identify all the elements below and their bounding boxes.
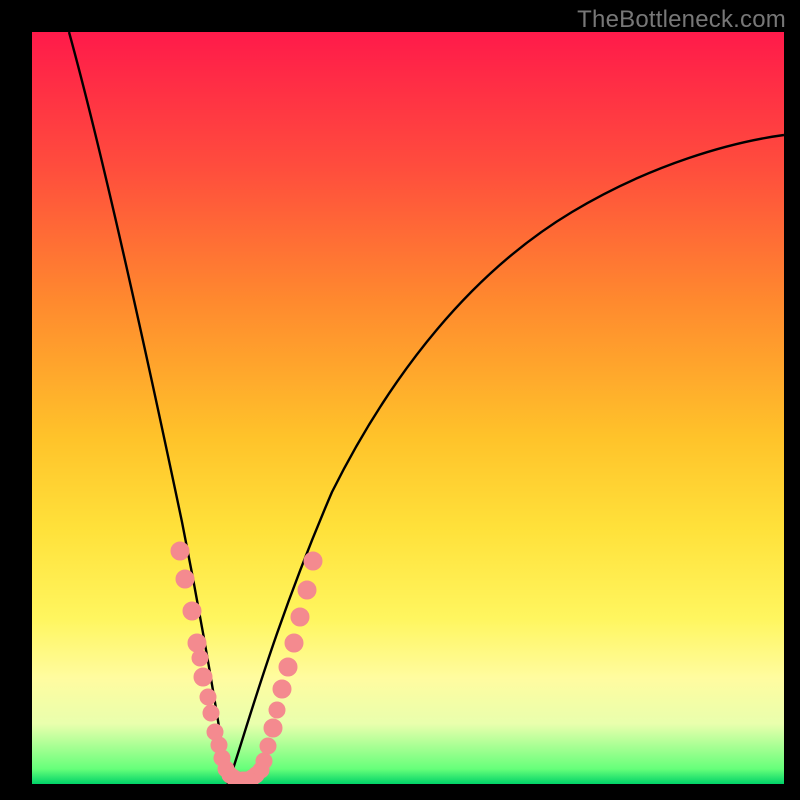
bottleneck-curve bbox=[32, 32, 784, 784]
marker-cluster-right bbox=[256, 552, 322, 769]
watermark-text: TheBottleneck.com bbox=[577, 6, 786, 34]
curve-right-branch bbox=[228, 135, 784, 784]
marker-cluster-left bbox=[171, 542, 238, 783]
plot-area bbox=[32, 32, 784, 784]
chart-frame: TheBottleneck.com bbox=[0, 0, 800, 800]
